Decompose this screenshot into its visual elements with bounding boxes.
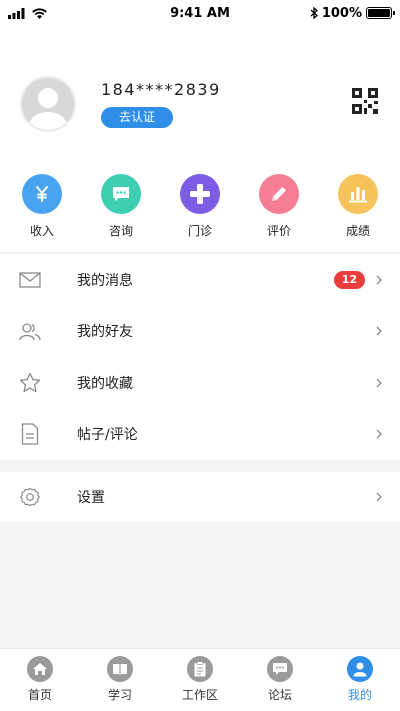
tab-mine[interactable]: 我的 <box>320 649 400 711</box>
tab-label: 我的 <box>347 688 372 702</box>
bar-chart-icon <box>338 174 378 214</box>
pencil-icon <box>259 174 299 214</box>
menu-item-settings[interactable]: 设置 <box>0 472 400 522</box>
battery-percent: 100% <box>321 5 362 21</box>
settings-group: 设置 <box>0 472 400 522</box>
chevron-right-icon <box>376 326 382 336</box>
quick-actions: 收入 咨询 门诊 评价 成绩 <box>0 156 400 252</box>
document-icon <box>19 423 41 445</box>
menu-item-favorites[interactable]: 我的收藏 <box>0 357 400 409</box>
menu-item-label: 我的消息 <box>77 272 133 289</box>
avatar[interactable] <box>20 76 76 132</box>
verify-button[interactable]: 去认证 <box>101 107 173 128</box>
quick-action-label: 咨询 <box>108 224 133 238</box>
quick-action-income[interactable]: 收入 <box>18 156 66 252</box>
menu-item-label: 设置 <box>77 490 105 506</box>
menu-item-label: 我的收藏 <box>77 375 133 392</box>
profile-header: 184****2839 去认证 <box>0 26 400 156</box>
friends-icon <box>19 320 41 342</box>
chat-icon <box>101 174 141 214</box>
status-bar: 9:41 AM 100% <box>0 0 400 26</box>
quick-action-label: 成绩 <box>345 224 370 238</box>
star-icon <box>19 372 41 394</box>
menu-list: 我的消息 12 我的好友 我的收藏 帖子/评论 <box>0 254 400 460</box>
bottom-tab-bar: 首页 学习 工作区 论坛 我的 <box>0 648 400 711</box>
chevron-right-icon <box>376 275 382 285</box>
tab-home[interactable]: 首页 <box>0 649 80 711</box>
mail-icon <box>19 269 41 291</box>
tab-label: 工作区 <box>181 688 218 702</box>
forum-icon <box>267 656 293 682</box>
tab-label: 学习 <box>107 688 132 702</box>
wifi-icon <box>32 7 47 19</box>
quick-action-review[interactable]: 评价 <box>255 156 303 252</box>
tab-workspace[interactable]: 工作区 <box>160 649 240 711</box>
phone-number: 184****2839 <box>101 80 221 99</box>
clipboard-icon <box>187 656 213 682</box>
menu-item-posts[interactable]: 帖子/评论 <box>0 409 400 461</box>
menu-item-label: 我的好友 <box>77 324 133 341</box>
chevron-right-icon <box>376 492 382 502</box>
tab-forum[interactable]: 论坛 <box>240 649 320 711</box>
bluetooth-icon <box>310 7 318 19</box>
tab-label: 论坛 <box>267 688 292 702</box>
menu-item-messages[interactable]: 我的消息 12 <box>0 254 400 306</box>
home-icon <box>27 656 53 682</box>
chevron-right-icon <box>376 378 382 388</box>
quick-action-consult[interactable]: 咨询 <box>97 156 145 252</box>
chevron-right-icon <box>376 429 382 439</box>
gear-icon <box>19 486 41 508</box>
qr-code-icon[interactable] <box>352 88 378 114</box>
book-icon <box>107 656 133 682</box>
unread-badge: 12 <box>333 270 365 289</box>
battery-icon <box>366 7 395 19</box>
quick-action-label: 收入 <box>29 224 54 238</box>
quick-action-label: 门诊 <box>187 224 212 238</box>
tab-label: 首页 <box>27 688 52 702</box>
menu-item-friends[interactable]: 我的好友 <box>0 306 400 358</box>
quick-action-clinic[interactable]: 门诊 <box>176 156 224 252</box>
tab-study[interactable]: 学习 <box>80 649 160 711</box>
quick-action-label: 评价 <box>266 224 291 238</box>
plus-icon <box>180 174 220 214</box>
signal-icon <box>8 7 25 19</box>
yen-icon <box>22 174 62 214</box>
menu-item-label: 帖子/评论 <box>77 427 138 444</box>
quick-action-grades[interactable]: 成绩 <box>334 156 382 252</box>
person-icon <box>347 656 373 682</box>
